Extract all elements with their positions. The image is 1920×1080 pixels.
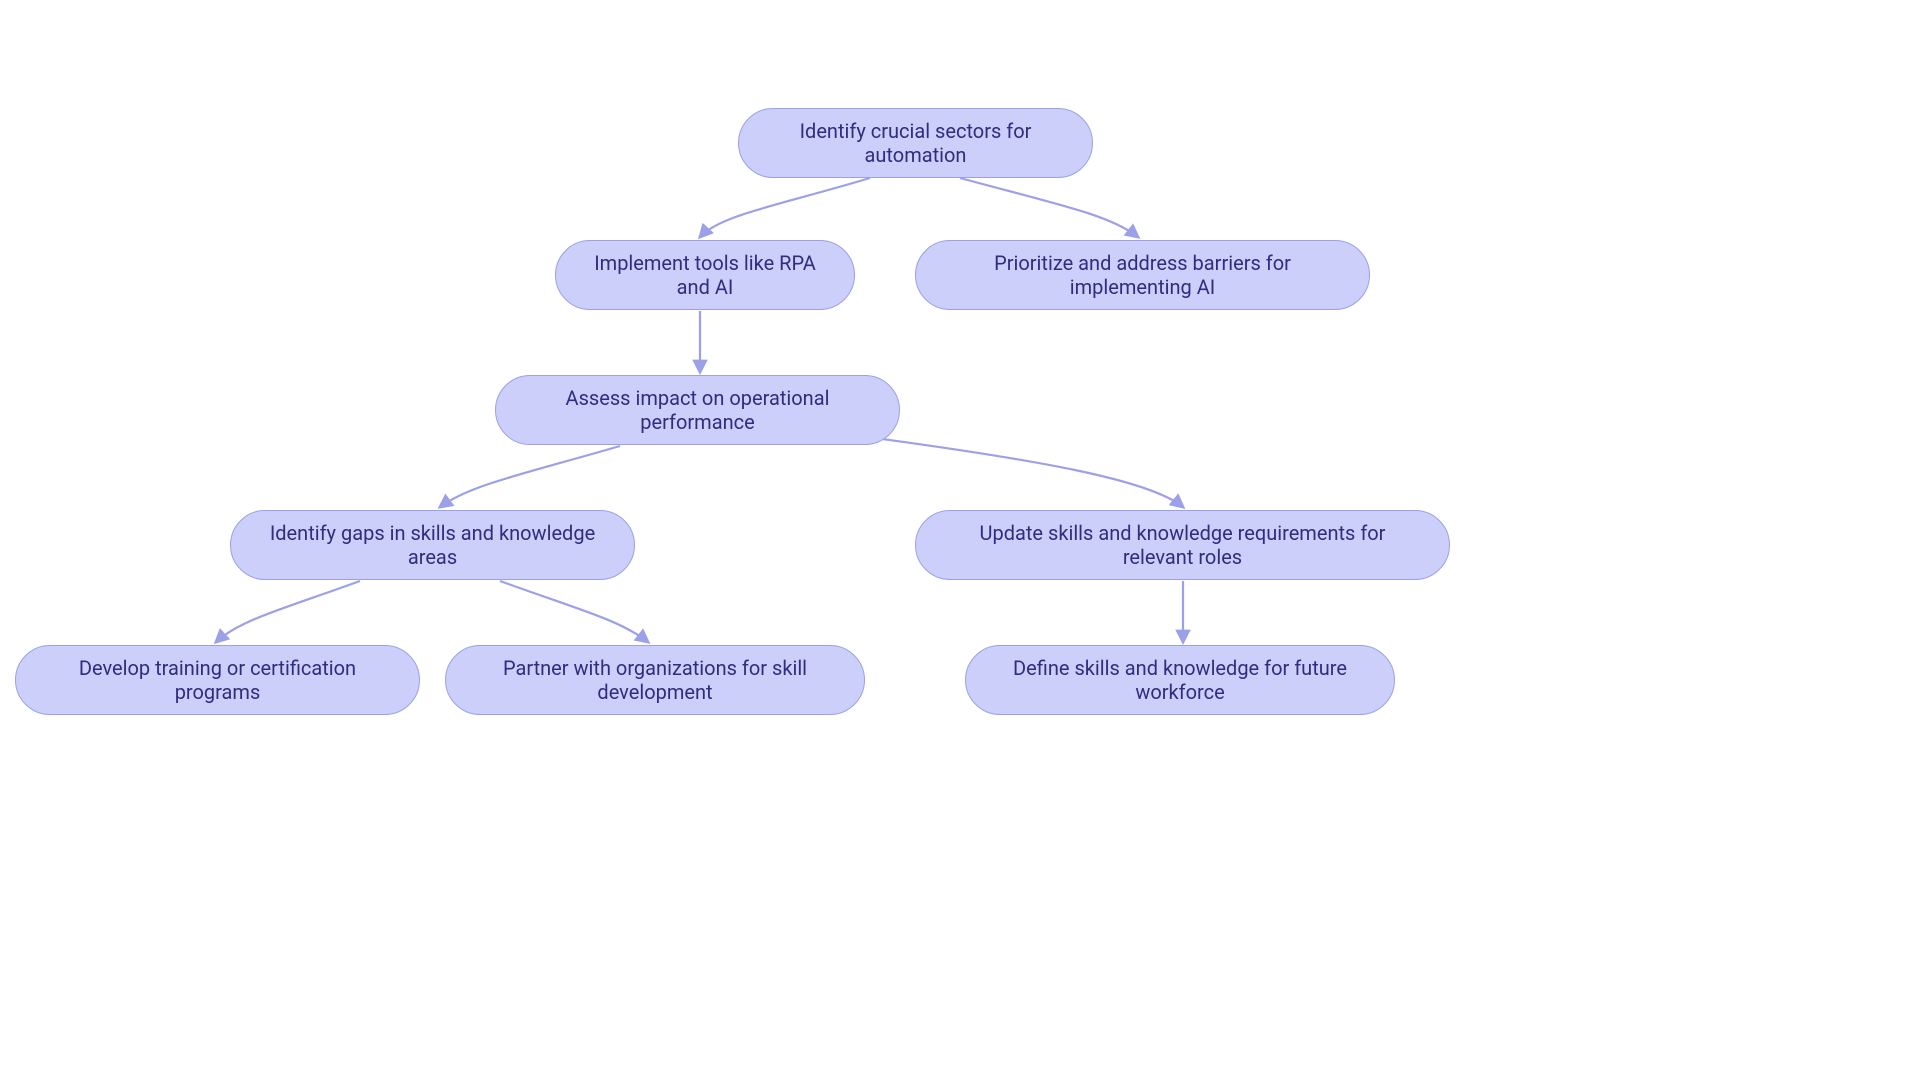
node-label: Assess impact on operational performance — [524, 386, 871, 434]
node-update-skills: Update skills and knowledge requirements… — [915, 510, 1450, 580]
node-partner-orgs: Partner with organizations for skill dev… — [445, 645, 865, 715]
node-identify-gaps: Identify gaps in skills and knowledge ar… — [230, 510, 635, 580]
node-implement-tools: Implement tools like RPA and AI — [555, 240, 855, 310]
node-prioritize-barriers: Prioritize and address barriers for impl… — [915, 240, 1370, 310]
node-label: Identify crucial sectors for automation — [767, 119, 1064, 167]
node-label: Update skills and knowledge requirements… — [944, 521, 1421, 569]
node-identify-sectors: Identify crucial sectors for automation — [738, 108, 1093, 178]
edge-n4-n6 — [216, 581, 360, 642]
node-label: Implement tools like RPA and AI — [584, 251, 826, 299]
edge-n0-n2 — [960, 178, 1138, 237]
node-define-future-skills: Define skills and knowledge for future w… — [965, 645, 1395, 715]
node-label: Define skills and knowledge for future w… — [994, 656, 1366, 704]
node-label: Develop training or certification progra… — [44, 656, 391, 704]
edge-n4-n7 — [500, 581, 648, 642]
node-develop-training: Develop training or certification progra… — [15, 645, 420, 715]
flowchart-canvas: Identify crucial sectors for automation … — [0, 0, 1920, 1080]
node-label: Identify gaps in skills and knowledge ar… — [259, 521, 606, 569]
node-label: Partner with organizations for skill dev… — [474, 656, 836, 704]
edge-n0-n1 — [700, 178, 870, 237]
node-assess-impact: Assess impact on operational performance — [495, 375, 900, 445]
edge-n3-n4 — [440, 446, 620, 507]
edge-n3-n5 — [860, 436, 1183, 507]
node-label: Prioritize and address barriers for impl… — [944, 251, 1341, 299]
